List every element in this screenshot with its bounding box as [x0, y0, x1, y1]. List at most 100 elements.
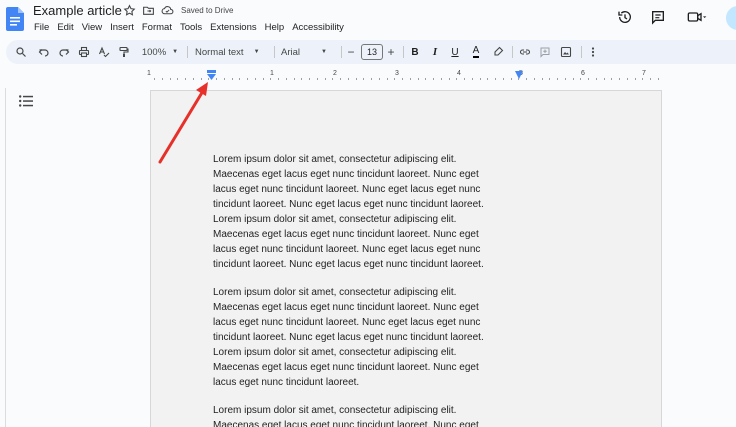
- ruler-tick: [324, 78, 326, 80]
- menu-file[interactable]: File: [34, 22, 49, 33]
- menu-tools[interactable]: Tools: [180, 22, 202, 33]
- ruler-number: 2: [333, 70, 337, 77]
- menu-help[interactable]: Help: [265, 22, 285, 33]
- ruler-tick: [595, 78, 597, 80]
- paragraph[interactable]: Lorem ipsum dolor sit amet, consectetur …: [213, 285, 533, 390]
- spellcheck-button[interactable]: [97, 40, 111, 64]
- text-color-label: A: [472, 45, 480, 58]
- more-icon: [591, 47, 595, 57]
- paint-format-button[interactable]: [117, 40, 131, 64]
- italic-button[interactable]: I: [429, 40, 441, 64]
- ruler-number: 6: [581, 70, 585, 77]
- more-button[interactable]: [587, 40, 599, 64]
- ruler-tick: [278, 78, 279, 80]
- ruler-tick: [332, 78, 334, 80]
- redo-icon: [59, 49, 70, 57]
- ruler-tick: [254, 78, 256, 80]
- history-icon[interactable]: [617, 9, 633, 25]
- zoom-select[interactable]: 100% ▼: [140, 40, 180, 64]
- ruler-tick: [448, 78, 450, 80]
- move-folder-icon[interactable]: [142, 4, 155, 17]
- redo-button[interactable]: [57, 40, 71, 64]
- ruler-tick: [611, 78, 613, 80]
- decrease-font-size-button[interactable]: −: [346, 40, 356, 64]
- ruler-tick: [355, 78, 357, 80]
- menu-edit[interactable]: Edit: [57, 22, 73, 33]
- chevron-down-icon: ▼: [253, 49, 260, 55]
- menu-view[interactable]: View: [82, 22, 102, 33]
- ruler-tick: [394, 78, 396, 80]
- font-value: Arial: [281, 46, 301, 58]
- document-page[interactable]: Lorem ipsum dolor sit amet, consectetur …: [150, 90, 662, 427]
- ruler-tick: [378, 78, 380, 80]
- underline-button[interactable]: U: [449, 40, 461, 64]
- outline-icon[interactable]: [19, 95, 33, 107]
- paragraph-style-value: Normal text: [195, 46, 244, 58]
- text-color-button[interactable]: A: [470, 40, 482, 64]
- ruler-tick: [572, 78, 574, 80]
- ruler-tick: [619, 78, 620, 80]
- paragraph-style-select[interactable]: Normal text ▼: [195, 40, 267, 64]
- ruler-tick: [549, 78, 551, 80]
- link-icon: [519, 49, 531, 55]
- print-button[interactable]: [77, 40, 91, 64]
- ruler-tick: [293, 78, 295, 80]
- ruler-number: 1: [270, 70, 274, 77]
- ruler-tick: [502, 78, 504, 80]
- star-icon[interactable]: [123, 4, 136, 17]
- search-menus-button[interactable]: [14, 40, 28, 64]
- highlight-color-button[interactable]: [491, 40, 505, 64]
- zoom-value: 100%: [141, 46, 167, 58]
- font-size-input[interactable]: 13: [361, 44, 383, 60]
- add-comment-button[interactable]: [538, 40, 552, 64]
- font-select[interactable]: Arial ▼: [281, 40, 337, 64]
- ruler-tick: [247, 78, 248, 80]
- paint-format-icon: [119, 46, 129, 57]
- ruler-tick: [657, 78, 659, 80]
- toolbar: 100% ▼ Normal text ▼ Arial ▼ − 13 + B I …: [6, 40, 736, 64]
- ruler-tick: [316, 78, 318, 80]
- ruler-tick: [371, 78, 372, 80]
- meet-icon[interactable]: [686, 9, 708, 25]
- spellcheck-icon: [98, 46, 110, 58]
- ruler-tick: [161, 78, 163, 80]
- ruler-tick: [510, 78, 512, 80]
- ruler-tick: [479, 78, 481, 80]
- ruler-number: 7: [642, 70, 646, 77]
- ruler-tick: [588, 78, 589, 80]
- ruler-tick: [285, 78, 287, 80]
- ruler-tick: [301, 78, 303, 80]
- horizontal-ruler[interactable]: 1 1 2 3 4 5 6 7: [147, 70, 661, 82]
- ruler-tick: [603, 78, 605, 80]
- ruler-tick: [340, 78, 341, 80]
- insert-link-button[interactable]: [518, 40, 532, 64]
- bold-button[interactable]: B: [409, 40, 421, 64]
- insert-image-button[interactable]: [559, 40, 573, 64]
- undo-button[interactable]: [37, 40, 51, 64]
- paragraph[interactable]: Lorem ipsum dolor sit amet, consectetur …: [213, 403, 533, 427]
- search-icon: [16, 47, 26, 57]
- cloud-saved-icon[interactable]: [161, 4, 174, 17]
- menu-accessibility[interactable]: Accessibility: [292, 22, 344, 33]
- increase-font-size-button[interactable]: +: [386, 40, 396, 64]
- ruler-tick: [223, 78, 225, 80]
- menu-insert[interactable]: Insert: [110, 22, 134, 33]
- docs-logo-icon[interactable]: [6, 7, 24, 31]
- ruler-tick: [262, 78, 264, 80]
- menu-extensions[interactable]: Extensions: [210, 22, 256, 33]
- vertical-ruler[interactable]: [0, 88, 6, 427]
- document-title[interactable]: Example article: [33, 3, 122, 18]
- menu-format[interactable]: Format: [142, 22, 172, 33]
- avatar[interactable]: [726, 6, 736, 30]
- ruler-tick: [440, 78, 442, 80]
- ruler-tick: [557, 78, 558, 80]
- ruler-tick: [417, 78, 419, 80]
- paragraph[interactable]: Lorem ipsum dolor sit amet, consectetur …: [213, 152, 533, 272]
- ruler-number: 3: [395, 70, 399, 77]
- ruler-tick: [526, 78, 527, 80]
- title-bar: Example article Saved to Drive File Edit…: [0, 0, 736, 38]
- image-icon: [560, 46, 572, 58]
- comment-icon[interactable]: [650, 9, 666, 25]
- save-status: Saved to Drive: [181, 6, 234, 15]
- add-comment-icon: [540, 47, 550, 58]
